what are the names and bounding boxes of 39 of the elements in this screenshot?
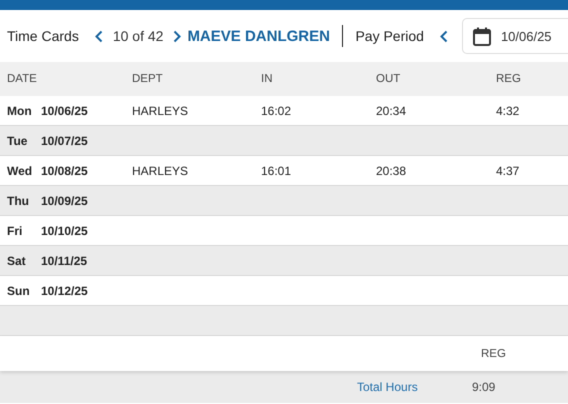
time-in-cell-text: 16:01 bbox=[261, 164, 292, 178]
date-cell-text: 10/10/25 bbox=[41, 224, 89, 238]
chevron-right-icon bbox=[173, 30, 182, 42]
date-cell-text: 10/06/25 bbox=[41, 104, 89, 118]
column-header: REG bbox=[496, 73, 522, 85]
dept-cell-text: HARLEYS bbox=[132, 104, 190, 118]
chevron-left-icon bbox=[440, 30, 448, 42]
day-cell-text: Wed bbox=[7, 164, 34, 178]
calendar-icon bbox=[472, 26, 491, 46]
total-hours-value: 9:09 bbox=[472, 380, 496, 394]
day-cell-text: Tue bbox=[7, 134, 28, 148]
column-header: IN bbox=[261, 73, 274, 85]
record-counter: 10 of 42 bbox=[112, 28, 164, 44]
date-cell-text: 10/09/25 bbox=[41, 194, 89, 208]
date-field[interactable]: 10/06/25 bbox=[462, 18, 568, 54]
column-header: OUT bbox=[376, 73, 402, 85]
day-cell-text: Sun bbox=[7, 284, 31, 298]
date-cell-text: 10/12/25 bbox=[41, 284, 89, 298]
hours-cell-text: 4:37 bbox=[496, 164, 520, 178]
dept-cell-text: HARLEYS bbox=[132, 164, 190, 178]
day-cell-text: Sat bbox=[7, 254, 27, 268]
time-in-cell-text: 16:02 bbox=[261, 104, 292, 118]
employee-name[interactable]: MAEVE DANLGREN bbox=[187, 28, 330, 44]
time-out-cell-text: 20:34 bbox=[376, 104, 408, 118]
date-cell-text: 10/08/25 bbox=[41, 164, 89, 178]
summary-column-header: REG bbox=[481, 348, 506, 360]
column-header: DATE bbox=[7, 73, 38, 85]
pay-period-label: Pay Period bbox=[355, 28, 424, 44]
page-title: Time Cards bbox=[7, 28, 79, 44]
day-cell-text: Mon bbox=[7, 104, 33, 118]
column-header: DEPT bbox=[132, 73, 164, 85]
date-cell-text: 10/07/25 bbox=[41, 134, 89, 148]
time-out-cell-text: 20:38 bbox=[376, 164, 408, 178]
hours-cell-text: 4:32 bbox=[496, 104, 520, 118]
total-hours-label: Total Hours bbox=[357, 380, 419, 394]
day-cell-text: Fri bbox=[7, 224, 24, 238]
day-cell-text: Thu bbox=[7, 194, 30, 208]
date-cell-text: 10/11/25 bbox=[41, 254, 88, 268]
chevron-left-icon bbox=[94, 30, 103, 42]
